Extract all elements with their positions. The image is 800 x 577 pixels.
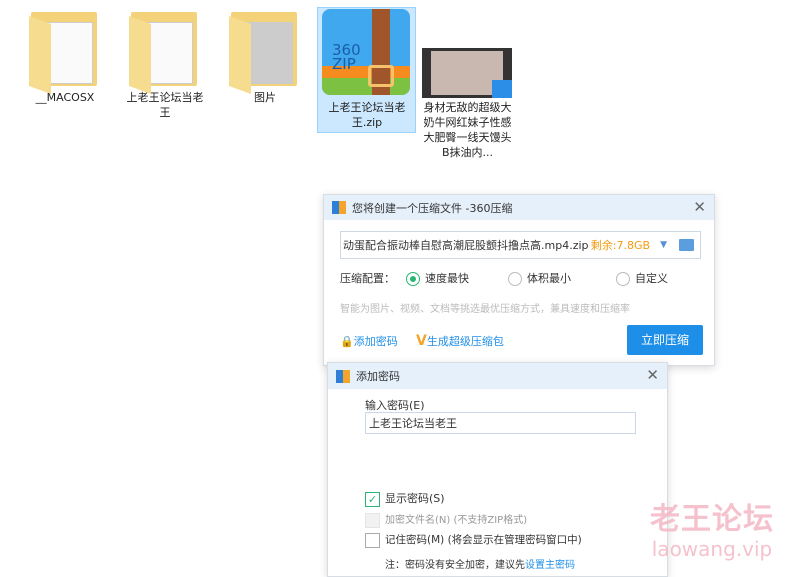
compress-now-button[interactable]: 立即压缩 — [627, 325, 703, 355]
file-name: 上老王论坛当老王.zip — [328, 101, 406, 129]
dialog-title: 添加密码 — [356, 370, 400, 383]
free-space: 剩余:7.8GB — [590, 239, 651, 252]
app-icon — [332, 201, 346, 214]
radio-custom[interactable]: 自定义 — [616, 270, 668, 286]
filename-text: 动蛋配合振动棒自慰高潮屁股颤抖撸点高.mp4.zip — [343, 239, 589, 252]
check-icon: ✓ — [365, 491, 380, 507]
folder-icon — [229, 8, 301, 95]
hint-text: 智能为图片、视频、文档等挑选最优压缩方式，兼具速度和压缩率 — [340, 304, 630, 315]
file-name[interactable]: 身材无敌的超级大奶牛网红妹子性感大肥臀一线天馒头B抹油内... — [420, 100, 515, 160]
compress-dialog: 您将创建一个压缩文件 -360压缩 ✕ 动蛋配合振动棒自慰高潮屁股颤抖撸点高.m… — [323, 194, 715, 366]
v-icon: V — [416, 333, 427, 349]
folder-icon — [129, 8, 201, 95]
file-item-folder[interactable]: 上老王论坛当老王 — [120, 8, 210, 120]
file-name: 上老王论坛当老王 — [126, 91, 204, 119]
password-dialog: 添加密码 ✕ 输入密码(E) 上老王论坛当老王 ✓ 显示密码(S) 加密文件名(N… — [327, 362, 668, 577]
zip-icon: 360 ZIP — [322, 9, 410, 95]
filename-input[interactable]: 动蛋配合振动棒自慰高潮屁股颤抖撸点高.mp4.zip 剩余:7.8GB ▼ — [340, 231, 701, 259]
password-input[interactable]: 上老王论坛当老王 — [365, 412, 636, 434]
video-icon — [422, 48, 512, 98]
close-icon[interactable]: ✕ — [646, 366, 659, 384]
folder-icon — [29, 8, 101, 95]
note-text: 注：密码没有安全加密，建议先 — [385, 560, 525, 571]
show-password-checkbox[interactable]: ✓ 显示密码(S) — [365, 490, 445, 507]
dialog-title: 您将创建一个压缩文件 -360压缩 — [352, 201, 513, 215]
radio-smallest[interactable]: 体积最小 — [508, 270, 616, 286]
super-pack-link[interactable]: V生成超级压缩包 — [416, 333, 504, 349]
radio-fastest[interactable]: 速度最快 — [406, 270, 508, 286]
chevron-down-icon[interactable]: ▼ — [660, 240, 667, 250]
set-master-password-link[interactable]: 设置主密码 — [525, 560, 575, 571]
watermark: 老王论坛 laowang.vip — [650, 502, 774, 562]
app-icon — [336, 369, 350, 383]
file-item-images[interactable]: 图片 — [220, 8, 310, 105]
config-label: 压缩配置： — [340, 272, 395, 285]
close-icon[interactable]: ✕ — [693, 198, 706, 216]
add-password-link[interactable]: 🔒添加密码 — [340, 333, 398, 349]
folder-browse-icon[interactable] — [679, 239, 694, 251]
password-label: 输入密码(E) — [365, 399, 425, 412]
file-item-macosx[interactable]: __MACOSX — [20, 8, 110, 105]
lock-icon: 🔒 — [340, 335, 354, 348]
file-name: 图片 — [254, 91, 276, 104]
file-name: __MACOSX — [35, 91, 95, 104]
encrypt-filenames-checkbox: 加密文件名(N) (不支持ZIP格式) — [365, 511, 527, 528]
remember-password-checkbox[interactable]: 记住密码(M) (将会显示在管理密码窗口中) — [365, 532, 582, 548]
